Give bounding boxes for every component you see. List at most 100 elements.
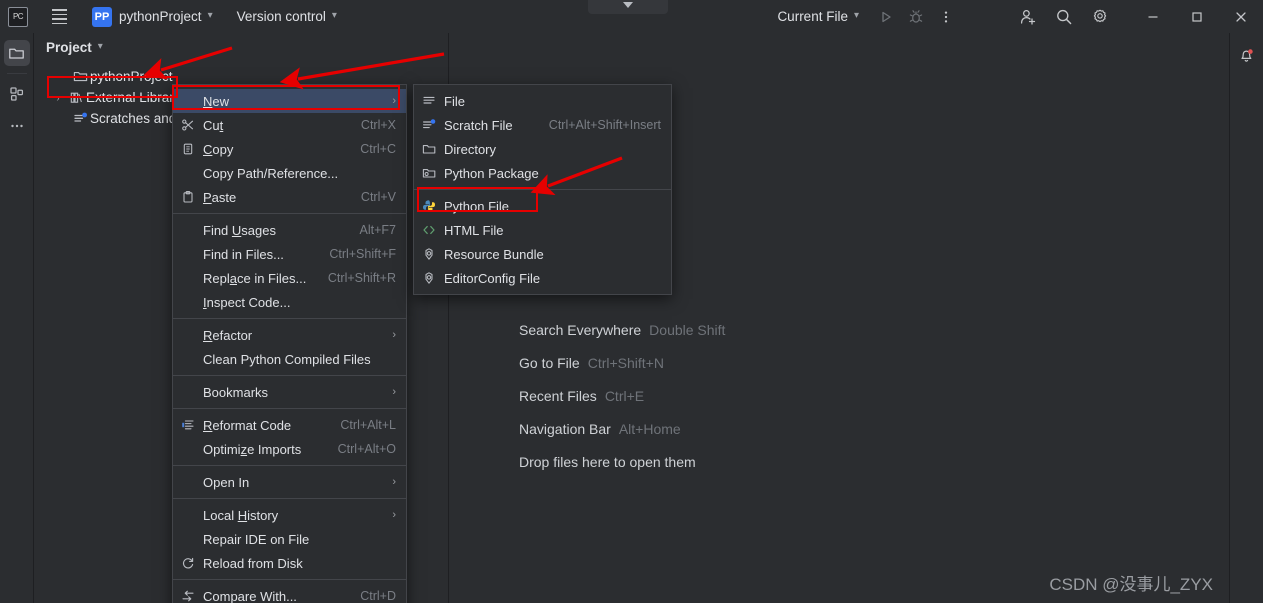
menu-item-optimize-imports[interactable]: Optimize Imports Ctrl+Alt+O <box>173 437 406 461</box>
close-icon[interactable] <box>1219 0 1263 33</box>
chevron-down-icon[interactable]: ▾ <box>208 10 213 21</box>
menu-item-clean-python-compiled-files[interactable]: Clean Python Compiled Files <box>173 347 406 371</box>
debug-icon[interactable] <box>901 0 931 33</box>
submenu-item-scratch-file[interactable]: Scratch File Ctrl+Alt+Shift+Insert <box>414 113 671 137</box>
compare-icon <box>181 589 203 603</box>
main-menu-icon[interactable] <box>44 5 74 29</box>
submenu-item-python-package[interactable]: Python Package <box>414 161 671 185</box>
menu-item-shortcut: Ctrl+Shift+R <box>327 271 396 285</box>
menu-item-label: Replace in Files... <box>203 270 307 286</box>
add-user-icon[interactable] <box>1013 0 1043 33</box>
menu-item-shortcut: Ctrl+X <box>360 118 396 132</box>
search-icon[interactable] <box>1049 0 1079 33</box>
menu-separator <box>173 375 406 376</box>
run-icon[interactable] <box>871 0 901 33</box>
chevron-right-icon: › <box>392 386 396 398</box>
more-vertical-icon[interactable] <box>931 0 961 33</box>
left-activity-bar <box>0 33 34 603</box>
watermark: CSDN @没事儿_ZYX <box>1049 575 1213 594</box>
menu-item-label: Reformat Code <box>203 417 292 433</box>
html-file-icon <box>422 223 444 237</box>
menu-item-inspect-code[interactable]: Inspect Code... <box>173 290 406 314</box>
pycharm-window: PC PP pythonProject ▾ Version control ▾ … <box>0 0 1263 603</box>
highlight-python-file <box>417 187 538 212</box>
menu-item-copy[interactable]: Copy Ctrl+C <box>173 137 406 161</box>
menu-item-shortcut: Ctrl+V <box>360 190 396 204</box>
menu-item-label: Open In <box>203 474 250 490</box>
scissors-icon <box>181 118 203 132</box>
chevron-down-icon[interactable]: ▾ <box>332 10 337 21</box>
editorconfig-icon <box>422 271 444 285</box>
project-name-label[interactable]: pythonProject <box>119 9 202 24</box>
menu-item-replace-in-files[interactable]: Replace in Files... Ctrl+Shift+R <box>173 266 406 290</box>
chevron-down-icon[interactable]: ▾ <box>98 41 103 52</box>
right-activity-bar <box>1229 33 1263 603</box>
menu-item-label: Repair IDE on File <box>203 531 310 547</box>
floating-toolbar-stub[interactable] <box>588 0 668 14</box>
menu-item-label: Optimize Imports <box>203 441 302 457</box>
submenu-item-editorconfig-file[interactable]: EditorConfig File <box>414 266 671 290</box>
minimize-icon[interactable] <box>1131 0 1175 33</box>
project-panel-header: Project ▾ <box>34 33 448 62</box>
menu-item-paste[interactable]: Paste Ctrl+V <box>173 185 406 209</box>
submenu-item-label: File <box>444 93 465 109</box>
menu-item-label: Copy Path/Reference... <box>203 165 339 181</box>
submenu-item-html-file[interactable]: HTML File <box>414 218 671 242</box>
hint-row: Search Everywhere Double Shift <box>519 322 725 355</box>
menu-item-label: Reload from Disk <box>203 555 303 571</box>
menu-item-label: Paste <box>203 189 237 205</box>
submenu-item-label: Scratch File <box>444 117 513 133</box>
menu-item-refactor[interactable]: Refactor › <box>173 323 406 347</box>
reformat-icon <box>181 418 203 432</box>
menu-item-copy-path-reference[interactable]: Copy Path/Reference... <box>173 161 406 185</box>
paste-icon <box>181 190 203 204</box>
menu-item-label: Compare With... <box>203 588 297 603</box>
menu-item-label: Cut <box>203 117 224 133</box>
submenu-item-resource-bundle[interactable]: Resource Bundle <box>414 242 671 266</box>
page-title: Project <box>46 40 92 55</box>
menu-item-label: Refactor <box>203 327 253 343</box>
notifications-bell-icon[interactable] <box>1234 42 1260 68</box>
menu-item-compare-with[interactable]: Compare With... Ctrl+D <box>173 584 406 603</box>
menu-item-reformat-code[interactable]: Reformat Code Ctrl+Alt+L <box>173 413 406 437</box>
hint-row: Go to File Ctrl+Shift+N <box>519 355 725 388</box>
sidebar-item-structure[interactable] <box>4 81 30 107</box>
menu-item-find-usages[interactable]: Find Usages Alt+F7 <box>173 218 406 242</box>
hint-label: Drop files here to open them <box>519 454 696 470</box>
menu-separator <box>173 465 406 466</box>
sidebar-item-project[interactable] <box>3 40 30 66</box>
chevron-right-icon: › <box>392 509 396 521</box>
scratch-file-icon <box>422 118 444 132</box>
sidebar-item-more[interactable] <box>4 113 30 139</box>
submenu-item-shortcut: Ctrl+Alt+Shift+Insert <box>548 118 661 132</box>
copy-icon <box>181 142 203 156</box>
submenu-item-label: Directory <box>444 141 497 157</box>
menu-item-find-in-files[interactable]: Find in Files... Ctrl+Shift+F <box>173 242 406 266</box>
maximize-icon[interactable] <box>1175 0 1219 33</box>
submenu-item-directory[interactable]: Directory <box>414 137 671 161</box>
project-badge[interactable]: PP <box>92 6 112 27</box>
menu-separator <box>173 318 406 319</box>
menu-item-open-in[interactable]: Open In › <box>173 470 406 494</box>
hint-label: Go to File <box>519 355 580 371</box>
submenu-item-file[interactable]: File <box>414 89 671 113</box>
menu-item-local-history[interactable]: Local History › <box>173 503 406 527</box>
menu-item-cut[interactable]: Cut Ctrl+X <box>173 113 406 137</box>
menu-item-shortcut: Ctrl+D <box>360 589 396 603</box>
submenu-item-label: Resource Bundle <box>444 246 544 262</box>
version-control-label[interactable]: Version control <box>237 9 326 24</box>
run-configuration-selector[interactable]: Current File <box>777 9 848 24</box>
menu-item-label: Clean Python Compiled Files <box>203 351 371 367</box>
chevron-down-icon[interactable]: ▾ <box>854 10 859 21</box>
hint-label: Search Everywhere <box>519 322 642 338</box>
menu-item-bookmarks[interactable]: Bookmarks › <box>173 380 406 404</box>
menu-item-reload-from-disk[interactable]: Reload from Disk <box>173 551 406 575</box>
hint-shortcut: Alt+Home <box>618 421 681 437</box>
menu-item-shortcut: Alt+F7 <box>359 223 396 237</box>
title-bar-left: PC PP pythonProject ▾ Version control ▾ <box>0 0 337 33</box>
menu-item-repair-ide-on-file[interactable]: Repair IDE on File <box>173 527 406 551</box>
tree-item-label: Scratches and <box>90 111 177 126</box>
hint-label: Navigation Bar <box>519 421 611 437</box>
pycharm-logo-icon: PC <box>8 6 28 27</box>
gear-icon[interactable] <box>1085 0 1115 33</box>
